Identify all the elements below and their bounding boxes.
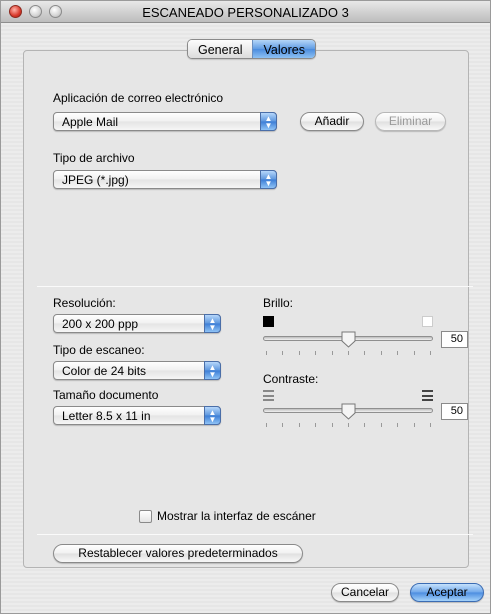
email-app-select[interactable]: Apple Mail ▲ ▼ (53, 112, 277, 131)
ok-button[interactable]: Aceptar (410, 583, 484, 602)
light-swatch-icon (422, 316, 433, 327)
dark-swatch-icon (263, 316, 274, 327)
doc-size-value: Letter 8.5 x 11 in (62, 409, 151, 423)
scan-type-select[interactable]: Color de 24 bits ▲ ▼ (53, 361, 221, 380)
low-contrast-icon (263, 390, 274, 401)
file-type-value: JPEG (*.jpg) (62, 173, 129, 187)
dialog-window: ESCANEADO PERSONALIZADO 3 General Valore… (0, 0, 491, 614)
brightness-ticks (266, 351, 431, 355)
high-contrast-icon (422, 390, 433, 401)
restore-defaults-button[interactable]: Restablecer valores predeterminados (53, 544, 303, 563)
resolution-label: Resolución: (53, 296, 116, 310)
file-type-select[interactable]: JPEG (*.jpg) ▲ ▼ (53, 170, 277, 189)
resolution-value: 200 x 200 ppp (62, 317, 139, 331)
doc-size-select[interactable]: Letter 8.5 x 11 in ▲ ▼ (53, 406, 221, 425)
popup-arrows-icon: ▲ ▼ (204, 361, 221, 380)
add-button[interactable]: Añadir (300, 112, 364, 131)
brightness-slider-thumb[interactable] (341, 331, 356, 348)
brightness-value[interactable]: 50 (441, 331, 468, 348)
resolution-select[interactable]: 200 x 200 ppp ▲ ▼ (53, 314, 221, 333)
scan-type-value: Color de 24 bits (62, 364, 147, 378)
scan-type-label: Tipo de escaneo: (53, 343, 145, 357)
window-title: ESCANEADO PERSONALIZADO 3 (142, 5, 349, 20)
email-app-value: Apple Mail (62, 115, 119, 129)
file-type-label: Tipo de archivo (53, 151, 135, 165)
tab-valores[interactable]: Valores (252, 40, 315, 58)
email-app-label: Aplicación de correo electrónico (53, 91, 224, 105)
popup-arrows-icon: ▲ ▼ (204, 406, 221, 425)
cancel-button[interactable]: Cancelar (331, 583, 399, 602)
divider (37, 534, 473, 535)
divider (37, 286, 473, 287)
contrast-label: Contraste: (263, 372, 319, 386)
tab-bar: General Valores (187, 39, 316, 59)
contrast-value[interactable]: 50 (441, 403, 468, 420)
remove-button[interactable]: Eliminar (375, 112, 446, 131)
popup-arrows-icon: ▲ ▼ (204, 314, 221, 333)
brightness-label: Brillo: (263, 296, 294, 310)
contrast-slider-thumb[interactable] (341, 403, 356, 420)
popup-arrows-icon: ▲ ▼ (260, 170, 277, 189)
popup-arrows-icon: ▲ ▼ (260, 112, 277, 131)
tab-general[interactable]: General (188, 40, 253, 58)
contrast-ticks (266, 423, 431, 427)
show-interface-label: Mostrar la interfaz de escáner (157, 509, 316, 523)
show-interface-checkbox[interactable] (139, 510, 152, 523)
title-bar: ESCANEADO PERSONALIZADO 3 (1, 1, 490, 23)
doc-size-label: Tamaño documento (53, 388, 159, 402)
